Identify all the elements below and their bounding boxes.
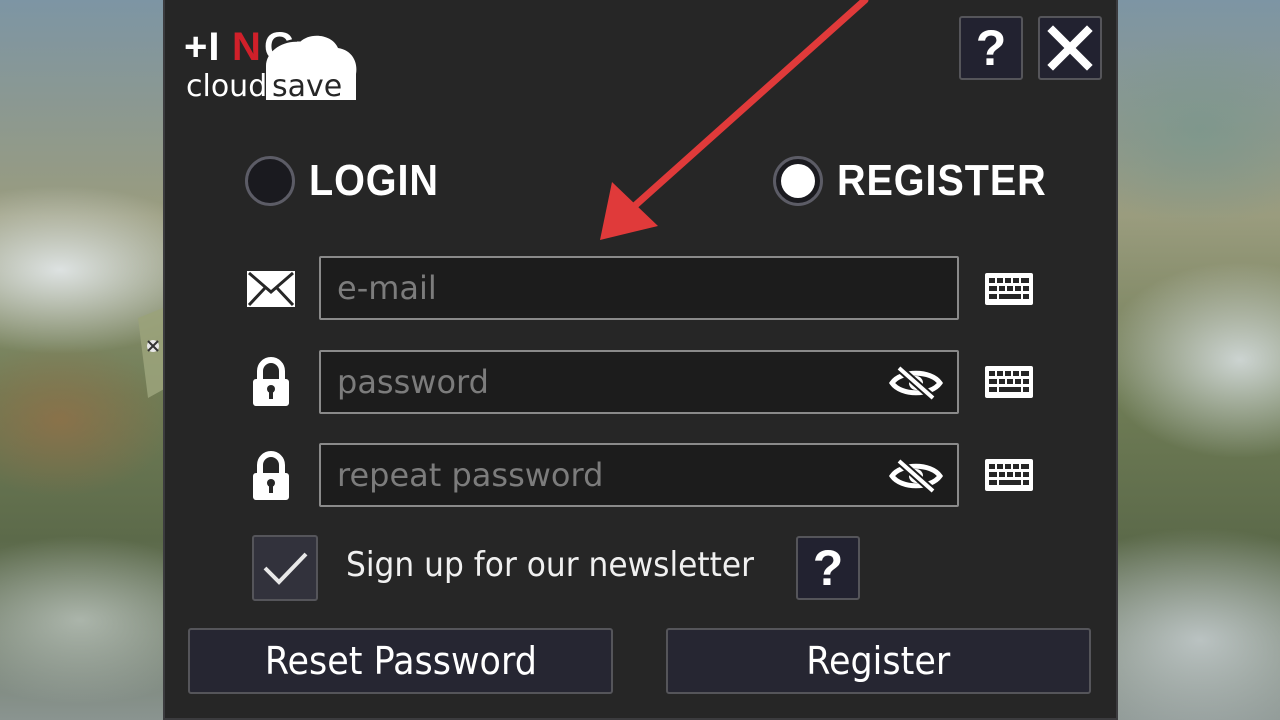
keyboard-icon-repeat-password[interactable] bbox=[984, 458, 1034, 492]
reset-password-label: Reset Password bbox=[264, 639, 537, 683]
login-radio-option[interactable]: LOGIN bbox=[245, 156, 453, 206]
svg-text:N: N bbox=[232, 25, 261, 69]
login-radio[interactable] bbox=[245, 156, 295, 206]
radio-selected-dot bbox=[781, 164, 815, 198]
eye-slash-icon[interactable] bbox=[889, 364, 943, 402]
register-radio-option[interactable]: REGISTER bbox=[773, 156, 1070, 206]
close-button[interactable] bbox=[1038, 16, 1102, 80]
svg-text:cloud: cloud bbox=[186, 69, 267, 104]
svg-text:+I: +I bbox=[184, 25, 220, 69]
password-input[interactable] bbox=[321, 352, 957, 412]
question-mark-icon: ? bbox=[975, 20, 1007, 76]
help-button[interactable]: ? bbox=[959, 16, 1023, 80]
repeat-password-field[interactable] bbox=[319, 443, 959, 507]
keyboard-icon-email[interactable] bbox=[984, 272, 1034, 306]
register-radio[interactable] bbox=[773, 156, 823, 206]
close-icon bbox=[1047, 25, 1093, 71]
newsletter-help-button[interactable]: ? bbox=[796, 536, 860, 600]
envelope-icon bbox=[246, 270, 296, 312]
register-button[interactable]: Register bbox=[666, 628, 1091, 694]
reset-password-button[interactable]: Reset Password bbox=[188, 628, 613, 694]
lock-icon-password bbox=[251, 357, 291, 411]
question-mark-icon: ? bbox=[812, 540, 844, 596]
svg-text:save: save bbox=[272, 69, 342, 104]
ing-cloudsave-logo: +I N G cloud save bbox=[182, 22, 362, 104]
email-input[interactable] bbox=[321, 258, 957, 318]
checkmark-icon bbox=[263, 552, 308, 585]
register-radio-label: REGISTER bbox=[837, 156, 1047, 205]
register-button-label: Register bbox=[806, 639, 951, 683]
keyboard-icon-password[interactable] bbox=[984, 365, 1034, 399]
newsletter-label: Sign up for our newsletter bbox=[346, 545, 755, 585]
eye-slash-icon[interactable] bbox=[889, 457, 943, 495]
password-field[interactable] bbox=[319, 350, 959, 414]
repeat-password-input[interactable] bbox=[321, 445, 957, 505]
background-plane-wing bbox=[128, 308, 168, 398]
login-radio-label: LOGIN bbox=[309, 156, 439, 205]
newsletter-checkbox[interactable] bbox=[252, 535, 318, 601]
lock-icon-repeat-password bbox=[251, 451, 291, 505]
email-field[interactable] bbox=[319, 256, 959, 320]
